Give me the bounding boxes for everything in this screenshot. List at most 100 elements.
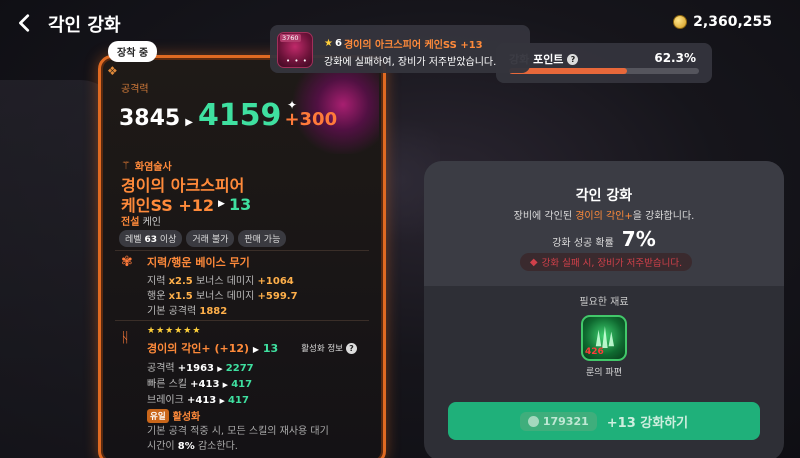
back-arrow-icon bbox=[19, 14, 30, 32]
stat-new-value: 4159 bbox=[197, 98, 282, 133]
arrow-right-icon: ▶ bbox=[217, 365, 223, 373]
bonus1-mid: 보너스 데미지 bbox=[195, 276, 255, 287]
activation-info-button[interactable]: 활성화 정보 ? bbox=[301, 342, 357, 354]
desc-line2-value: 8% bbox=[177, 441, 195, 452]
material-count: 426 bbox=[585, 347, 604, 357]
level-suffix: 이상 bbox=[159, 235, 177, 245]
rate-label: 강화 성공 확률 bbox=[552, 238, 614, 249]
rune-stat3-old: +413 bbox=[187, 395, 217, 406]
unique-effect-row: 유일 활성화 bbox=[147, 408, 200, 423]
coin-icon bbox=[527, 415, 539, 427]
base-attack-line: 기본 공격력 1882 bbox=[147, 302, 227, 317]
materials-label: 필요한 재료 bbox=[579, 297, 629, 308]
arrow-right-icon: ▶ bbox=[219, 397, 225, 405]
rune-stat1-old: +1963 bbox=[177, 363, 215, 374]
help-icon[interactable]: ? bbox=[567, 53, 579, 65]
unique-effect-description: 기본 공격 적중 시, 모든 스킬의 재사용 대기 시간이 8% 감소한다. bbox=[147, 424, 377, 454]
warning-text: 강화 실패 시, 장비가 저주받습니다. bbox=[541, 258, 683, 269]
cost-pill: 179321 bbox=[519, 411, 597, 431]
thumb-dots: • • • bbox=[286, 57, 308, 65]
curse-warning: ◆ 강화 실패 시, 장비가 저주받습니다. bbox=[520, 253, 692, 271]
toast-star-count: 6 bbox=[334, 38, 342, 49]
rune-stat1-new: 2277 bbox=[225, 363, 254, 374]
activation-info-label: 활성화 정보 bbox=[301, 344, 343, 354]
base-attack-value: 1882 bbox=[199, 306, 228, 317]
material-name: 룬의 파편 bbox=[586, 368, 622, 378]
arrow-right-icon: ▶ bbox=[218, 199, 225, 209]
help-icon: ? bbox=[346, 342, 357, 354]
page-title: 각인 강화 bbox=[48, 15, 121, 36]
toast-message: 강화에 실패하여, 장비가 저주받았습니다. bbox=[324, 57, 497, 68]
desc-line-1: 기본 공격 적중 시, 모든 스킬의 재사용 대기 bbox=[147, 426, 329, 437]
level-prefix: 레벨 bbox=[125, 235, 142, 245]
stat-label: 공격력 bbox=[121, 84, 149, 95]
toast-item-name: 경이의 아크스피어 케인SS +13 bbox=[343, 40, 483, 51]
rune-stat2-new: 417 bbox=[231, 379, 253, 390]
bonus2-value: +599.7 bbox=[257, 291, 298, 302]
enhance-button[interactable]: 179321 +13 강화하기 bbox=[448, 402, 760, 440]
weapon-type-icon: ✾ bbox=[121, 254, 133, 270]
divider bbox=[115, 250, 369, 251]
staff-icon: ⚚ bbox=[121, 159, 131, 172]
coin-icon bbox=[673, 15, 688, 29]
rune-stat1-label: 공격력 bbox=[147, 363, 175, 374]
item-thumbnail: 3760 • • • bbox=[277, 32, 313, 68]
rune-next-level: 13 bbox=[262, 342, 279, 355]
cost-value: 179321 bbox=[542, 414, 589, 428]
unique-label: 활성화 bbox=[172, 412, 201, 423]
arrow-right-icon: ▶ bbox=[222, 381, 229, 389]
bonus2-mid: 보너스 데미지 bbox=[195, 291, 255, 302]
level-requirement-chip: 레벨 63 이상 bbox=[119, 230, 183, 247]
arrow-right-icon: ▶ bbox=[185, 117, 193, 128]
rune-stat2-old: +413 bbox=[190, 379, 220, 390]
enhance-button-label: +13 강화하기 bbox=[606, 415, 689, 431]
class-label: 화염술사 bbox=[134, 162, 172, 173]
rune-stars: ★★★★★★ bbox=[147, 326, 202, 336]
rarity-row: 전설 케인 bbox=[121, 213, 161, 228]
level-number: 63 bbox=[144, 235, 157, 245]
rate-value: 7% bbox=[621, 227, 656, 251]
sell-chip: 판매 가능 bbox=[238, 230, 287, 247]
currency-display: 2,360,255 bbox=[673, 14, 772, 30]
rune-icon: ᚺ bbox=[121, 330, 130, 346]
class-row: ⚚ 화염술사 bbox=[121, 158, 172, 173]
rune-stat3-label: 브레이크 bbox=[147, 395, 184, 406]
rarity-label: 전설 bbox=[121, 217, 140, 228]
arrow-right-icon: ▶ bbox=[252, 345, 260, 354]
star-icon: ★ bbox=[324, 38, 333, 49]
item-next-level: 13 bbox=[228, 194, 252, 214]
enhance-panel: 각인 강화 장비에 각인된 경이의 각인+을 강화합니다. 강화 성공 확률 7… bbox=[424, 161, 784, 458]
bonus2-mult: x1.5 bbox=[168, 291, 193, 302]
enhance-result-toast: 3760 • • • ★ 6 경이의 아크스피어 케인SS +13 강화에 실패… bbox=[270, 25, 530, 73]
stat-row: 3845 ▶ 4159 +300 bbox=[119, 98, 337, 133]
success-rate-row: 강화 성공 확률 7% bbox=[424, 227, 784, 251]
panel-title: 각인 강화 bbox=[575, 188, 633, 204]
rarity-type: 케인 bbox=[142, 217, 161, 228]
panel-desc-pre: 장비에 각인된 bbox=[513, 211, 573, 222]
item-tags: 레벨 63 이상 거래 불가 판매 가능 bbox=[119, 230, 287, 247]
desc-line2-post: 감소한다. bbox=[197, 441, 238, 452]
equipped-tag: 장착 중 bbox=[108, 41, 158, 62]
ornament-icon: ❖ bbox=[107, 64, 118, 78]
rune-stat-3: 브레이크 +413 ▶ 417 bbox=[147, 391, 249, 406]
back-button[interactable] bbox=[14, 12, 36, 34]
bonus-line-1: 지력 x2.5 보너스 데미지 +1064 bbox=[147, 272, 294, 287]
bonus1-mult: x2.5 bbox=[168, 276, 193, 287]
rune-name-text: 경이의 각인+ (+12) bbox=[147, 342, 250, 355]
toast-title: ★ 6 경이의 아크스피어 케인SS +13 bbox=[324, 36, 483, 51]
divider bbox=[115, 320, 369, 321]
bonus2-prefix: 행운 bbox=[147, 291, 166, 302]
desc-line2-pre: 시간이 bbox=[147, 441, 175, 452]
panel-desc-post: 을 강화합니다. bbox=[632, 211, 695, 222]
unique-badge: 유일 bbox=[147, 408, 169, 423]
bonus1-prefix: 지력 bbox=[147, 276, 166, 287]
points-progress-bar bbox=[509, 68, 699, 74]
rune-stat3-new: 417 bbox=[228, 395, 249, 406]
desc-line-2: 시간이 8% 감소한다. bbox=[147, 439, 377, 454]
currency-amount: 2,360,255 bbox=[693, 14, 772, 30]
base-attack-label: 기본 공격력 bbox=[147, 306, 197, 317]
rune-stat-2: 빠른 스킬 +413 ▶ 417 bbox=[147, 375, 252, 390]
bonus-line-2: 행운 x1.5 보너스 데미지 +599.7 bbox=[147, 287, 298, 302]
weapon-type: 지력/행운 베이스 무기 bbox=[147, 256, 250, 269]
panel-description: 장비에 각인된 경이의 각인+을 강화합니다. bbox=[424, 207, 784, 222]
